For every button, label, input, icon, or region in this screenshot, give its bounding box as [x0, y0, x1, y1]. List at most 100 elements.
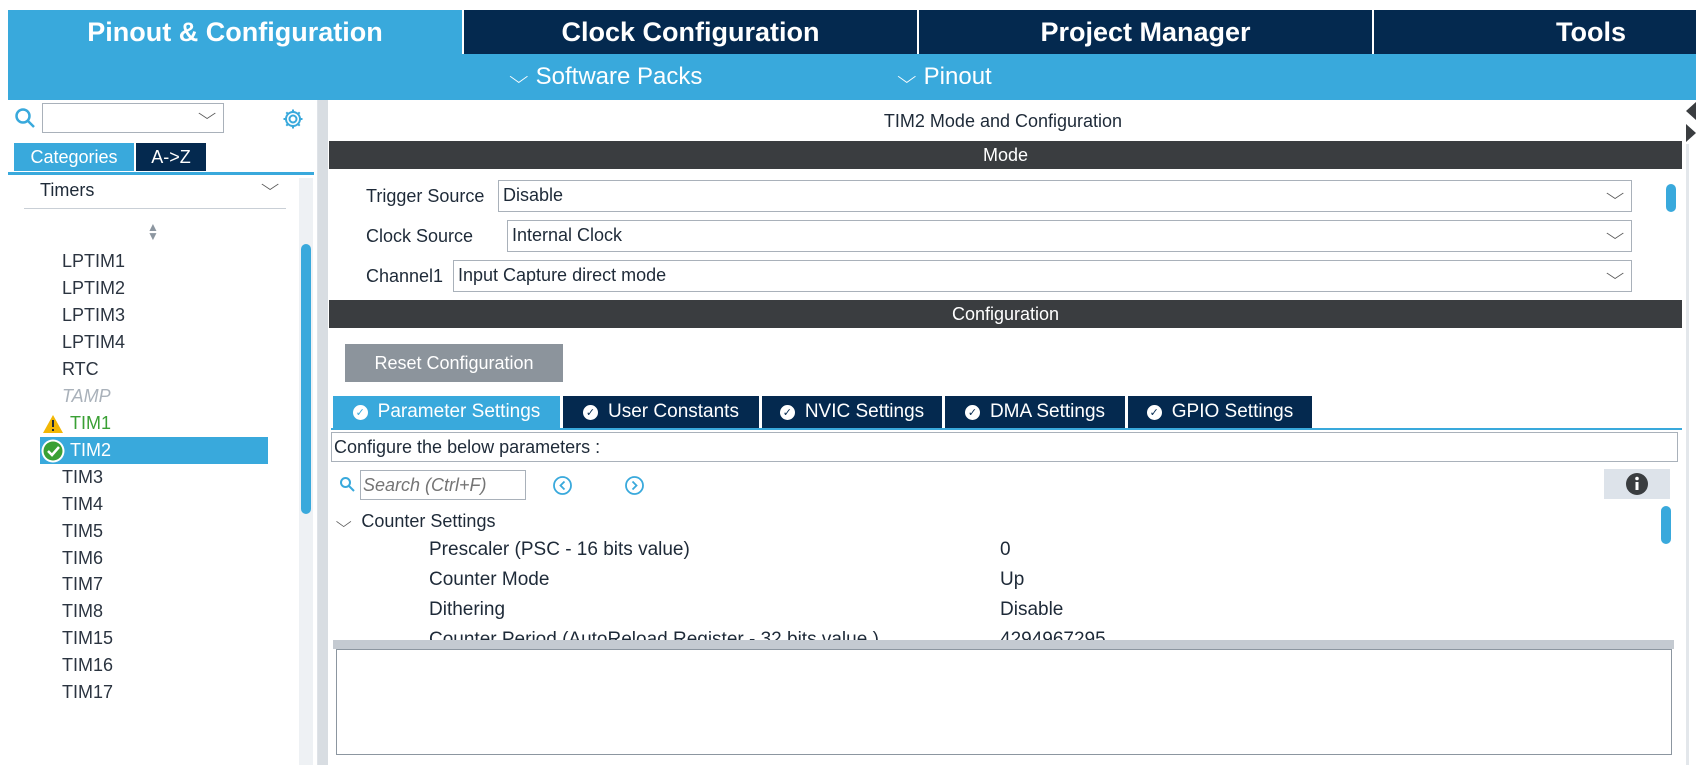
trigger-source-value: Disable — [503, 185, 564, 205]
tab-pinout-configuration[interactable]: Pinout & Configuration — [8, 10, 462, 54]
right-edge-scrollbar — [1686, 144, 1689, 765]
tab-parameter-settings[interactable]: ✓ Parameter Settings — [333, 396, 560, 428]
info-icon — [1626, 473, 1648, 495]
parameter-list: Prescaler (PSC - 16 bits value) 0 Counte… — [330, 536, 1660, 640]
tree-item-lptim1[interactable]: LPTIM1 — [62, 249, 125, 273]
tab-a-z[interactable]: A->Z — [136, 143, 206, 171]
tab-underline — [8, 172, 314, 175]
mode-section-header: Mode — [329, 141, 1682, 169]
trigger-source-select[interactable]: Disable ⌵ — [498, 180, 1632, 212]
panel-splitter[interactable] — [318, 100, 328, 765]
gear-icon[interactable] — [281, 107, 305, 131]
left-scrollbar-thumb[interactable] — [301, 244, 311, 514]
check-icon: ✓ — [352, 404, 368, 420]
param-name: Counter Mode — [429, 569, 550, 590]
channel1-select[interactable]: Input Capture direct mode ⌵ — [453, 260, 1632, 292]
configure-hint: Configure the below parameters : — [331, 432, 1678, 462]
clock-source-value: Internal Clock — [512, 225, 623, 245]
software-packs-label: Software Packs — [535, 63, 703, 90]
tab-parameter-settings-label: Parameter Settings — [377, 401, 541, 422]
params-scrollbar-thumb[interactable] — [1661, 506, 1671, 544]
sort-icon[interactable]: ▲ ▼ — [147, 221, 159, 242]
next-result-icon[interactable] — [624, 475, 645, 496]
check-icon: ✓ — [1146, 404, 1162, 420]
tab-nvic-settings-label: NVIC Settings — [804, 401, 925, 422]
param-value[interactable]: Disable — [1000, 596, 1063, 624]
trigger-source-label: Trigger Source — [366, 186, 485, 206]
chevron-down-icon: ⌵ — [897, 66, 917, 87]
info-button[interactable] — [1604, 469, 1670, 499]
search-icon — [15, 108, 35, 128]
chevron-down-icon: ⌵ — [335, 514, 352, 531]
tree-item-lptim2[interactable]: LPTIM2 — [62, 276, 125, 300]
param-name: Dithering — [429, 599, 506, 620]
collapse-panel-icon[interactable] — [1682, 100, 1696, 144]
tree-item-tim6[interactable]: TIM6 — [62, 546, 103, 570]
chevron-down-icon[interactable]: ⌵ — [198, 106, 216, 124]
counter-settings-group[interactable]: ⌵ Counter Settings — [335, 508, 496, 536]
tree-item-tim5[interactable]: TIM5 — [62, 519, 103, 543]
tab-nvic-settings[interactable]: ✓ NVIC Settings — [762, 396, 942, 428]
pinout-label: Pinout — [923, 63, 992, 90]
tree-item-lptim4[interactable]: LPTIM4 — [62, 330, 125, 354]
tree-item-rtc[interactable]: RTC — [62, 357, 99, 381]
description-splitter[interactable] — [333, 640, 1674, 649]
tab-categories[interactable]: Categories — [14, 143, 134, 171]
tab-dma-settings-label: DMA Settings — [989, 401, 1106, 422]
clock-source-select[interactable]: Internal Clock ⌵ — [507, 220, 1632, 252]
channel1-value: Input Capture direct mode — [458, 265, 667, 285]
tree-item-tim4[interactable]: TIM4 — [62, 492, 103, 516]
tree-item-tim3[interactable]: TIM3 — [62, 465, 103, 489]
search-input[interactable]: ⌵ — [42, 103, 224, 133]
chevron-down-icon: ⌵ — [260, 177, 280, 194]
counter-settings-label: Counter Settings — [361, 511, 496, 531]
warning-icon — [43, 415, 63, 433]
mode-scrollbar-thumb[interactable] — [1666, 184, 1676, 212]
page-title: TIM2 Mode and Configuration — [883, 110, 1123, 131]
tab-user-constants[interactable]: ✓ User Constants — [563, 396, 759, 428]
channel1-label: Channel1 — [366, 266, 444, 286]
tab-gpio-settings[interactable]: ✓ GPIO Settings — [1128, 396, 1312, 428]
param-value[interactable]: 0 — [1000, 536, 1011, 564]
param-value[interactable]: Up — [1000, 566, 1024, 594]
tree-item-tim2-label: TIM2 — [70, 440, 112, 460]
chevron-down-icon: ⌵ — [509, 66, 529, 87]
tab-clock-configuration[interactable]: Clock Configuration — [462, 10, 917, 54]
tree-item-tim15[interactable]: TIM15 — [62, 626, 113, 650]
chevron-down-icon: ⌵ — [1605, 226, 1625, 243]
tree-item-tim1[interactable]: TIM1 — [70, 411, 111, 435]
parameter-search-input[interactable] — [360, 470, 526, 500]
pinout-menu[interactable]: ⌵ Pinout — [897, 54, 992, 100]
tab-dma-settings[interactable]: ✓ DMA Settings — [945, 396, 1125, 428]
tabs-underline — [331, 428, 1682, 430]
clock-source-label: Clock Source — [366, 226, 474, 246]
tree-item-tim16[interactable]: TIM16 — [62, 653, 113, 677]
tree-item-tim7[interactable]: TIM7 — [62, 572, 103, 596]
tab-user-constants-label: User Constants — [608, 401, 739, 422]
check-icon: ✓ — [964, 404, 980, 420]
param-value[interactable]: 4294967295 — [1000, 626, 1106, 640]
tab-project-manager[interactable]: Project Manager — [917, 10, 1372, 54]
category-dropdown[interactable]: Timers ⌵ — [24, 177, 286, 209]
check-icon: ✓ — [779, 404, 795, 420]
tree-item-tim8[interactable]: TIM8 — [62, 599, 103, 623]
tab-tools[interactable]: Tools — [1372, 10, 1696, 54]
previous-result-icon[interactable] — [552, 475, 573, 496]
reset-configuration-button[interactable]: Reset Configuration — [345, 344, 563, 382]
tree-item-lptim3[interactable]: LPTIM3 — [62, 303, 125, 327]
tree-item-tamp[interactable]: TAMP — [62, 384, 111, 408]
category-label: Timers — [40, 180, 95, 200]
tab-gpio-settings-label: GPIO Settings — [1171, 401, 1294, 422]
check-circle-icon — [41, 439, 65, 463]
sub-navigation: ⌵ Software Packs ⌵ Pinout — [8, 54, 1696, 100]
chevron-down-icon: ⌵ — [1605, 186, 1625, 203]
description-panel — [336, 649, 1672, 755]
chevron-down-icon: ⌵ — [1605, 266, 1625, 283]
search-icon — [340, 477, 355, 492]
software-packs-menu[interactable]: ⌵ Software Packs — [509, 54, 703, 100]
param-name: Counter Period (AutoReload Register - 32… — [429, 629, 879, 640]
tree-item-tim2-selected[interactable]: TIM2 — [40, 437, 268, 464]
configuration-section-header: Configuration — [329, 300, 1682, 328]
param-name: Prescaler (PSC - 16 bits value) — [429, 539, 690, 560]
tree-item-tim17[interactable]: TIM17 — [62, 680, 113, 704]
